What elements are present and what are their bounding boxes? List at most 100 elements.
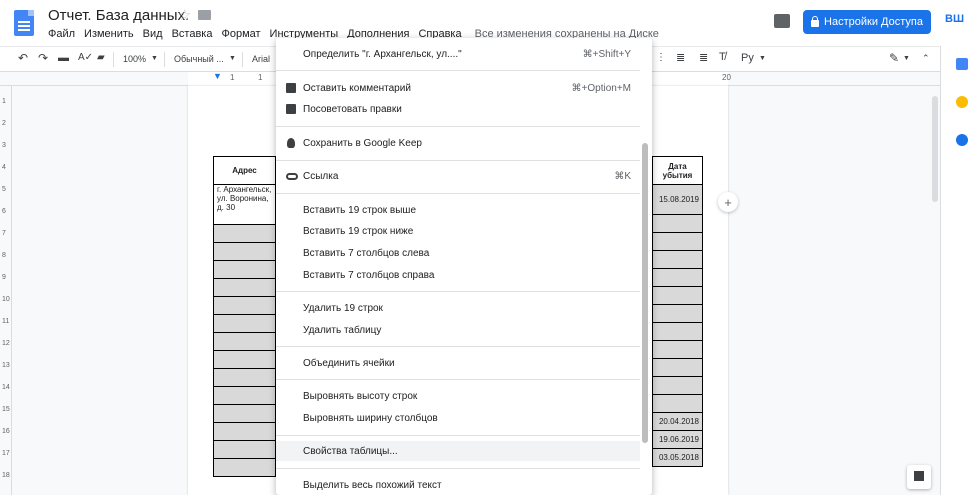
menu-item-label: Удалить 19 строк <box>303 302 383 314</box>
table-cell-date[interactable] <box>652 322 703 341</box>
menu-item-label: Ссылка <box>303 170 339 182</box>
table-cell-address[interactable]: г. Архангельск, ул. Воронина, д. 30 <box>213 184 276 225</box>
clear-formatting-icon[interactable]: T̸ <box>719 51 726 63</box>
chevron-down-icon[interactable]: ▼ <box>151 55 158 62</box>
avatar[interactable]: ВШ <box>945 13 964 25</box>
docs-logo-icon[interactable] <box>14 10 34 36</box>
spellcheck-icon[interactable]: A✓ <box>78 52 93 63</box>
menu-edit[interactable]: Изменить <box>84 28 134 40</box>
menu-divider <box>276 70 640 71</box>
chevron-down-icon[interactable]: ▼ <box>229 55 236 62</box>
chevron-down-icon[interactable]: ▼ <box>903 55 910 62</box>
indent-increase-icon[interactable]: ≣ <box>676 51 685 64</box>
indent-more-icon[interactable]: ≣ <box>699 51 708 64</box>
suggest-edit-icon <box>286 104 296 114</box>
data-table-left[interactable]: Адрес г. Архангельск, ул. Воронина, д. 3… <box>213 156 276 477</box>
menu-view[interactable]: Вид <box>143 28 163 40</box>
indent-decrease-icon[interactable]: ⋮ <box>656 52 666 63</box>
menu-item-distribute-columns[interactable]: Выровнять ширину столбцов <box>276 408 640 428</box>
menu-item-shortcut: ⌘+Option+M <box>571 82 631 94</box>
table-cell-date[interactable] <box>652 214 703 233</box>
table-cell-date[interactable] <box>652 250 703 269</box>
data-table-right[interactable]: Дата убытия 15.08.2019 20.04.2018 19.06.… <box>652 156 703 467</box>
table-cell-date[interactable] <box>652 358 703 377</box>
menu-item-delete-table[interactable]: Удалить таблицу <box>276 320 640 340</box>
table-cell-date[interactable] <box>652 268 703 287</box>
table-cell-date[interactable] <box>652 394 703 413</box>
document-scrollbar[interactable] <box>932 96 938 202</box>
menu-item-insert-rows-above[interactable]: Вставить 19 строк выше <box>276 200 640 220</box>
table-cell[interactable] <box>213 458 276 477</box>
table-cell[interactable] <box>213 422 276 441</box>
menu-item-distribute-rows[interactable]: Выровнять высоту строк <box>276 386 640 406</box>
menu-item-insert-columns-right[interactable]: Вставить 7 столбцов справа <box>276 265 640 285</box>
comments-icon[interactable] <box>774 14 790 28</box>
tasks-icon[interactable] <box>956 134 968 146</box>
collapse-icon[interactable]: ⌃ <box>922 53 930 64</box>
menu-file[interactable]: Файл <box>48 28 75 40</box>
menu-item-insert-columns-left[interactable]: Вставить 7 столбцов слева <box>276 243 640 263</box>
menu-item-merge-cells[interactable]: Объединить ячейки <box>276 353 640 373</box>
ruler-number: 7 <box>2 230 6 237</box>
table-cell[interactable] <box>213 386 276 405</box>
explore-button[interactable] <box>907 465 931 489</box>
ruler-number: 14 <box>2 384 10 391</box>
star-icon[interactable]: ☆ <box>178 6 191 24</box>
table-header-address[interactable]: Адрес <box>213 156 276 185</box>
style-select[interactable]: Обычный ... <box>174 54 224 64</box>
table-cell[interactable] <box>213 314 276 333</box>
font-select[interactable]: Arial <box>252 54 270 64</box>
add-comment-icon[interactable]: + <box>718 192 738 212</box>
table-cell[interactable] <box>213 350 276 369</box>
table-cell[interactable] <box>213 224 276 243</box>
table-cell-date[interactable] <box>652 286 703 305</box>
menu-item-delete-rows[interactable]: Удалить 19 строк <box>276 298 640 318</box>
edit-mode-icon[interactable]: ✎ <box>889 51 899 65</box>
folder-icon[interactable] <box>198 10 211 20</box>
menu-item-table-properties[interactable]: Свойства таблицы... <box>276 441 640 461</box>
menu-item-define[interactable]: Определить "г. Архангельск, ул...." ⌘+Sh… <box>276 44 640 64</box>
menu-item-suggest-edits[interactable]: Посоветовать правки <box>276 99 640 119</box>
table-cell-date[interactable] <box>652 232 703 251</box>
table-cell[interactable] <box>213 440 276 459</box>
menu-insert[interactable]: Вставка <box>172 28 213 40</box>
zoom-select[interactable]: 100% <box>123 54 146 64</box>
menu-format[interactable]: Формат <box>221 28 260 40</box>
table-header-departure-date[interactable]: Дата убытия <box>652 156 703 185</box>
menu-item-save-to-keep[interactable]: Сохранить в Google Keep <box>276 133 640 153</box>
table-cell[interactable] <box>213 260 276 279</box>
table-cell-date[interactable] <box>652 340 703 359</box>
document-title[interactable]: Отчет. База данных. <box>48 7 189 24</box>
table-cell-date[interactable]: 15.08.2019 <box>652 184 703 215</box>
menu-item-insert-rows-below[interactable]: Вставить 19 строк ниже <box>276 221 640 241</box>
table-cell[interactable] <box>213 296 276 315</box>
side-panel <box>940 46 980 495</box>
vertical-ruler[interactable]: 1 2 3 4 5 6 7 8 9 10 11 12 13 14 15 16 1… <box>0 86 12 495</box>
table-cell[interactable] <box>213 278 276 297</box>
share-button[interactable]: Настройки Доступа <box>803 10 931 34</box>
table-cell-date[interactable]: 20.04.2018 <box>652 412 703 431</box>
paint-format-icon[interactable]: ▰ <box>97 52 105 63</box>
left-indent-marker[interactable]: ▼ <box>213 71 222 81</box>
menu-item-label: Оставить комментарий <box>303 82 411 94</box>
language-select[interactable]: Ру <box>741 52 754 64</box>
table-cell-date[interactable] <box>652 376 703 395</box>
table-cell[interactable] <box>213 332 276 351</box>
table-cell[interactable] <box>213 404 276 423</box>
explore-icon <box>914 471 924 481</box>
menu-scrollbar[interactable] <box>642 143 648 443</box>
table-cell-date[interactable]: 19.06.2019 <box>652 430 703 449</box>
calendar-icon[interactable] <box>956 58 968 70</box>
chevron-down-icon[interactable]: ▼ <box>759 55 766 62</box>
table-cell[interactable] <box>213 368 276 387</box>
table-cell[interactable] <box>213 242 276 261</box>
menu-item-add-comment[interactable]: Оставить комментарий ⌘+Option+M <box>276 78 640 98</box>
redo-icon[interactable]: ↷ <box>38 51 48 65</box>
print-icon[interactable]: ▬ <box>58 52 69 64</box>
menu-item-link[interactable]: Ссылка ⌘K <box>276 166 640 186</box>
undo-icon[interactable]: ↶ <box>18 51 28 65</box>
menu-item-select-similar-text[interactable]: Выделить весь похожий текст <box>276 475 640 495</box>
table-cell-date[interactable] <box>652 304 703 323</box>
table-cell-date[interactable]: 03.05.2018 <box>652 448 703 467</box>
keep-icon[interactable] <box>956 96 968 108</box>
